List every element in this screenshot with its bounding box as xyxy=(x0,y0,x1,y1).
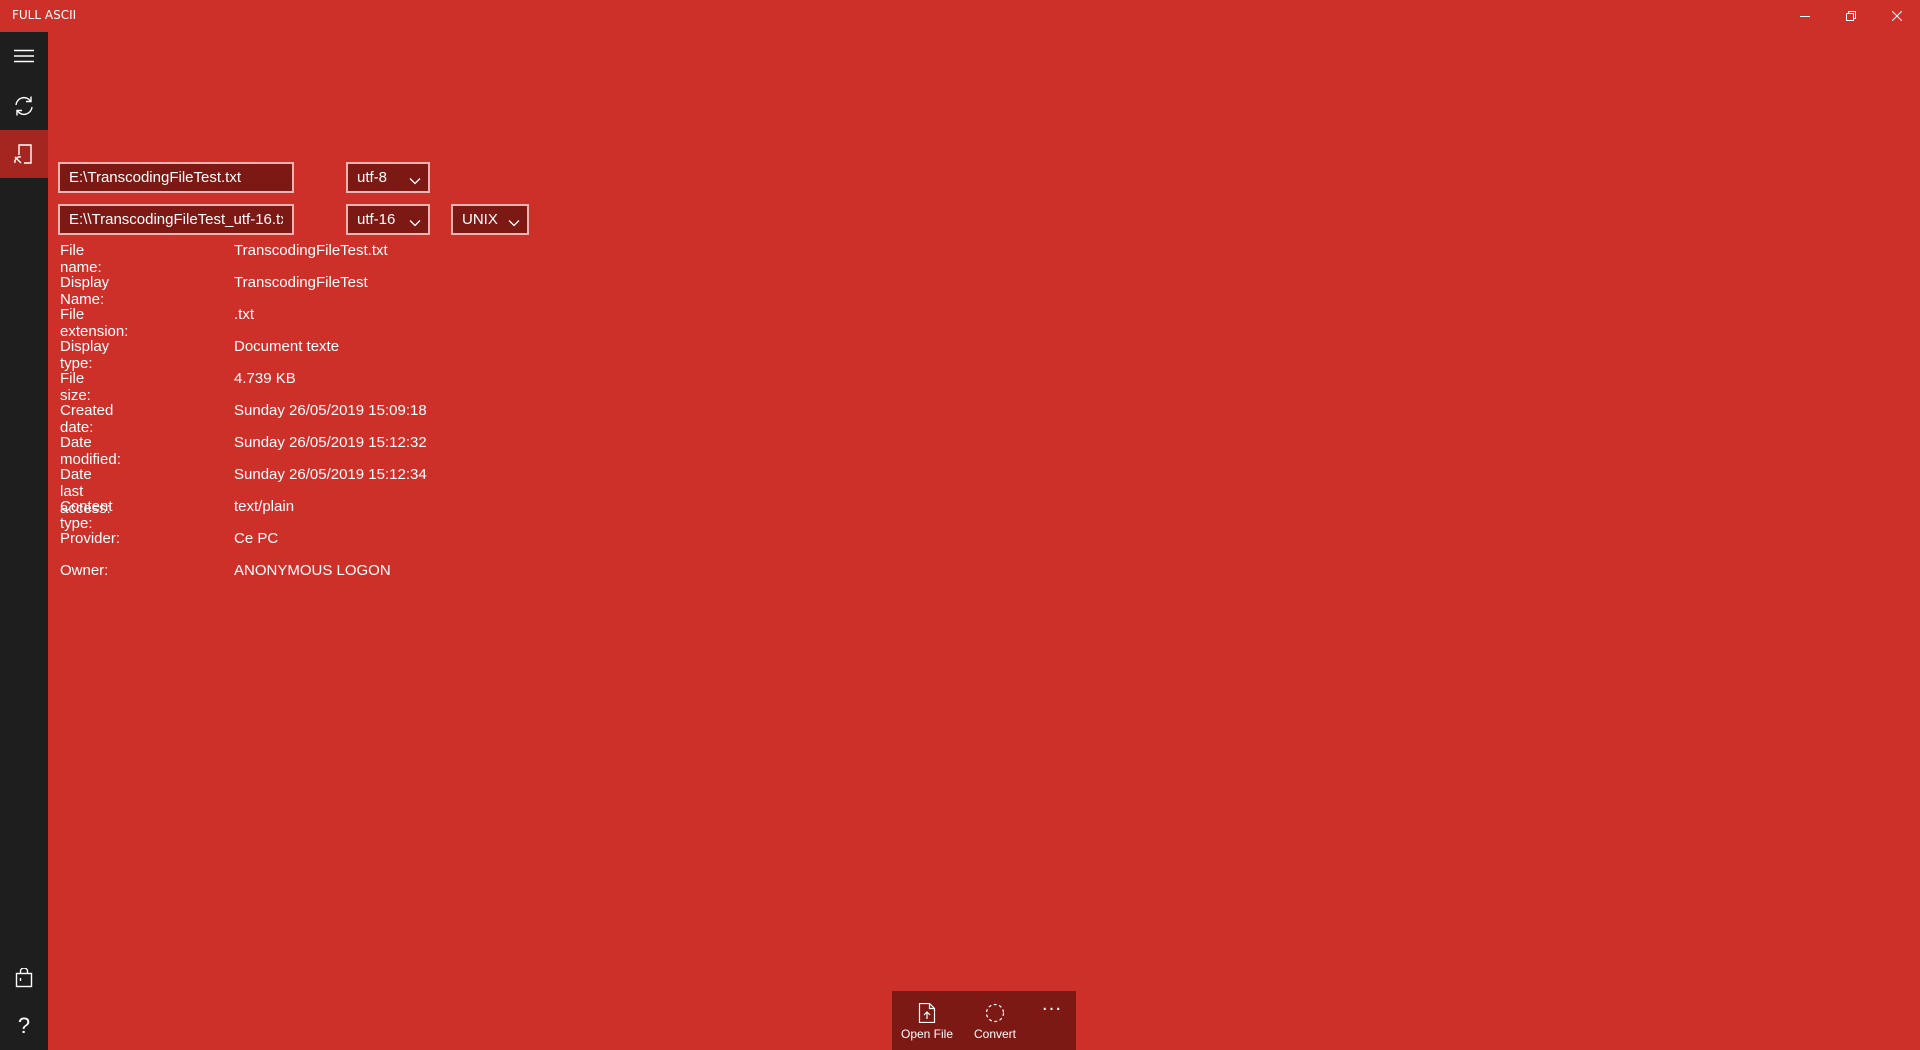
more-options-button[interactable]: ··· xyxy=(1032,991,1072,1050)
hamburger-menu-icon xyxy=(14,49,34,63)
convert-label: Convert xyxy=(973,1027,1017,1041)
output-encoding-select[interactable]: utf-16 xyxy=(346,204,430,235)
nav-item-convert[interactable] xyxy=(0,130,48,178)
property-label: File name: xyxy=(60,242,102,276)
help-icon: ? xyxy=(17,1013,31,1038)
property-value: TranscodingFileTest.txt xyxy=(234,242,388,259)
sync-icon xyxy=(15,96,33,116)
input-file-path-field[interactable] xyxy=(58,162,294,193)
line-ending-select[interactable]: UNIX xyxy=(451,204,529,235)
property-value: Sunday 26/05/2019 15:12:32 xyxy=(234,434,427,451)
app-window: FULL ASCII ? E:\TranscodingFileTest.txt … xyxy=(0,0,1920,1050)
property-label: Display type: xyxy=(60,338,110,372)
more-icon: ··· xyxy=(1041,999,1063,1020)
nav-item-sync[interactable] xyxy=(0,82,48,130)
property-value: .txt xyxy=(234,306,255,323)
input-encoding-select[interactable]: utf-8 xyxy=(346,162,430,193)
property-label: File extension: xyxy=(60,306,129,340)
chevron-down-icon xyxy=(409,172,421,189)
property-value: 4.739 KB xyxy=(234,370,296,387)
nav-item-help[interactable]: ? xyxy=(0,1002,48,1050)
convert-icon xyxy=(985,1003,1005,1023)
nav-item-store[interactable] xyxy=(0,954,48,1002)
property-value: text/plain xyxy=(234,498,295,515)
property-value: ANONYMOUS LOGON xyxy=(234,562,391,579)
property-value: Document texte xyxy=(234,338,340,355)
line-ending-value: UNIX xyxy=(462,211,498,228)
close-icon xyxy=(1892,11,1902,21)
property-label: Display Name: xyxy=(60,274,110,308)
close-button[interactable] xyxy=(1874,0,1920,32)
open-file-label: Open File xyxy=(900,1027,954,1041)
property-label: Owner: xyxy=(60,562,109,579)
app-title: FULL ASCII xyxy=(12,8,77,22)
minimize-icon xyxy=(1800,16,1810,17)
property-label: Provider: xyxy=(60,530,121,547)
minimize-button[interactable] xyxy=(1782,0,1828,32)
input-encoding-value: utf-8 xyxy=(357,169,388,186)
property-value: Ce PC xyxy=(234,530,279,547)
restore-button[interactable] xyxy=(1828,0,1874,32)
hamburger-menu-button[interactable] xyxy=(0,32,48,80)
property-label: File size: xyxy=(60,370,91,404)
open-file-icon xyxy=(918,1003,936,1023)
restore-icon xyxy=(1846,11,1856,21)
file-convert-icon xyxy=(14,144,32,164)
chevron-down-icon xyxy=(508,214,520,231)
convert-button[interactable]: Convert xyxy=(960,991,1030,1050)
property-value: Sunday 26/05/2019 15:12:34 xyxy=(234,466,427,483)
chevron-down-icon xyxy=(409,214,421,231)
property-label: Created date: xyxy=(60,402,114,436)
output-file-path-field[interactable] xyxy=(58,204,294,235)
property-value: TranscodingFileTest xyxy=(234,274,368,291)
property-label: Date modified: xyxy=(60,434,121,468)
navigation-rail: ? xyxy=(0,32,48,1050)
title-bar: FULL ASCII xyxy=(0,0,1920,32)
property-label: Content type: xyxy=(60,498,113,532)
open-file-button[interactable]: Open File xyxy=(892,991,962,1050)
property-value: Sunday 26/05/2019 15:09:18 xyxy=(234,402,427,419)
output-encoding-value: utf-16 xyxy=(357,211,396,228)
shopping-bag-icon xyxy=(15,968,33,988)
command-bar: Open File Convert ··· xyxy=(892,991,1076,1050)
